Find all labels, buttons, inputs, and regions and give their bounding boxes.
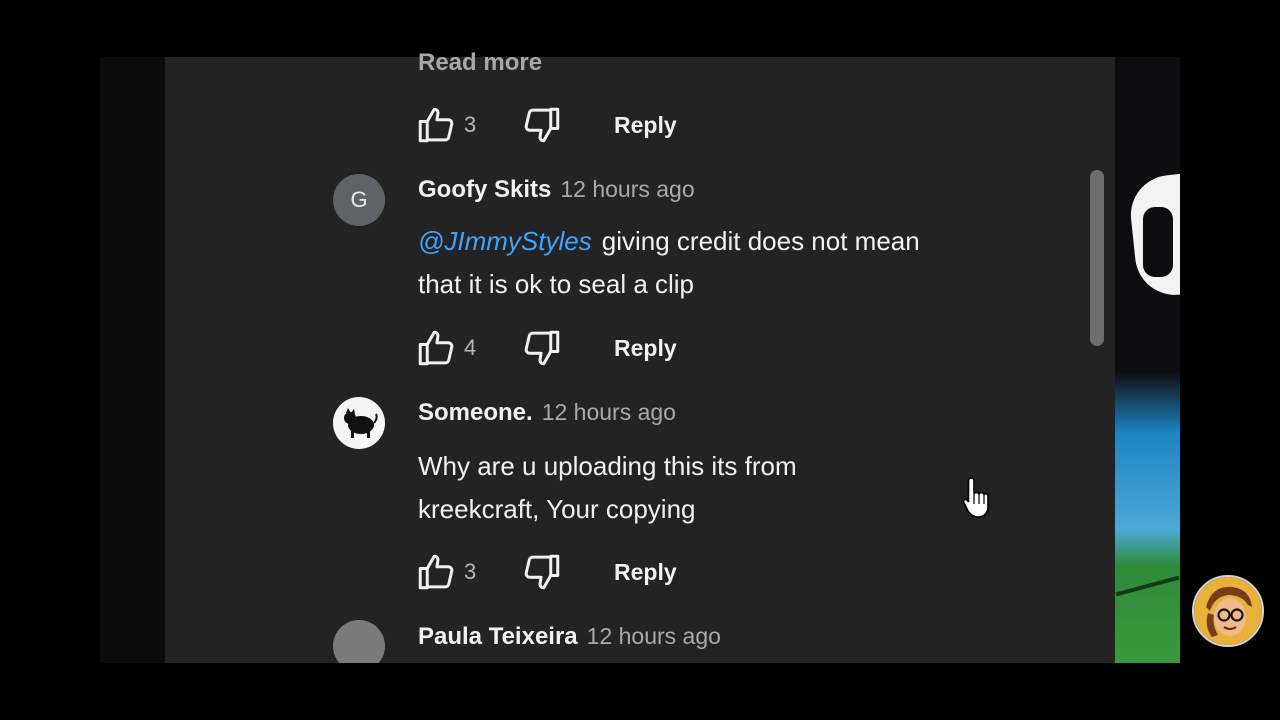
dislike-button[interactable] bbox=[520, 550, 564, 594]
channel-logo bbox=[1192, 575, 1264, 647]
dislike-button[interactable] bbox=[520, 326, 564, 370]
avatar-letter: G bbox=[350, 187, 368, 212]
like-count: 3 bbox=[464, 559, 477, 584]
avatar[interactable]: G bbox=[333, 174, 385, 226]
like-count: 4 bbox=[464, 335, 477, 360]
reply-button[interactable]: Reply bbox=[614, 335, 677, 362]
reply-button[interactable]: Reply bbox=[614, 559, 677, 586]
like-button[interactable] bbox=[414, 326, 458, 370]
comment-time[interactable]: 12 hours ago bbox=[560, 176, 694, 203]
thumbs-up-icon bbox=[418, 107, 454, 143]
comment-header: Goofy Skits 12 hours ago bbox=[418, 176, 695, 204]
thumbs-up-icon bbox=[418, 554, 454, 590]
like-button[interactable] bbox=[414, 103, 458, 147]
comment-time[interactable]: 12 hours ago bbox=[587, 623, 721, 650]
comment-header: Someone. 12 hours ago bbox=[418, 399, 676, 427]
thumbs-down-icon bbox=[524, 554, 560, 590]
scrollbar-thumb[interactable] bbox=[1090, 170, 1104, 346]
like-count: 3 bbox=[464, 112, 477, 137]
avatar[interactable] bbox=[333, 397, 385, 449]
comment-actions: 3 Reply bbox=[414, 550, 677, 594]
comment-header: Paula Teixeira 12 hours ago bbox=[418, 623, 721, 651]
thumbs-down-icon bbox=[524, 107, 560, 143]
comment-text: @JImmyStyles giving credit does not mean … bbox=[418, 220, 938, 306]
comment-actions: 3 Reply bbox=[414, 103, 677, 147]
like-button[interactable] bbox=[414, 550, 458, 594]
comment-text: Why are u uploading this its from kreekc… bbox=[418, 451, 797, 524]
video-graphic-letter bbox=[1143, 207, 1173, 277]
hand-pointer-icon bbox=[962, 477, 989, 518]
comment-time[interactable]: 12 hours ago bbox=[542, 399, 676, 426]
comment-actions: 4 Reply bbox=[414, 326, 677, 370]
read-more-link[interactable]: Read more bbox=[418, 49, 542, 77]
comment-author[interactable]: Goofy Skits bbox=[418, 176, 551, 204]
comment-author[interactable]: Paula Teixeira bbox=[418, 623, 578, 651]
left-letterbox bbox=[100, 57, 165, 663]
reply-button[interactable]: Reply bbox=[614, 112, 677, 139]
background-video-edge bbox=[1115, 57, 1180, 663]
mention-link[interactable]: @JImmyStyles bbox=[418, 226, 592, 256]
comment-author[interactable]: Someone. bbox=[418, 399, 533, 427]
bottom-letterbox bbox=[0, 663, 1280, 720]
animal-silhouette-icon bbox=[344, 408, 378, 438]
thumbs-down-icon bbox=[524, 330, 560, 366]
thumbs-up-icon bbox=[418, 330, 454, 366]
video-graphic-line bbox=[1115, 575, 1180, 597]
cartoon-face-logo bbox=[1194, 577, 1262, 645]
dislike-button[interactable] bbox=[520, 103, 564, 147]
